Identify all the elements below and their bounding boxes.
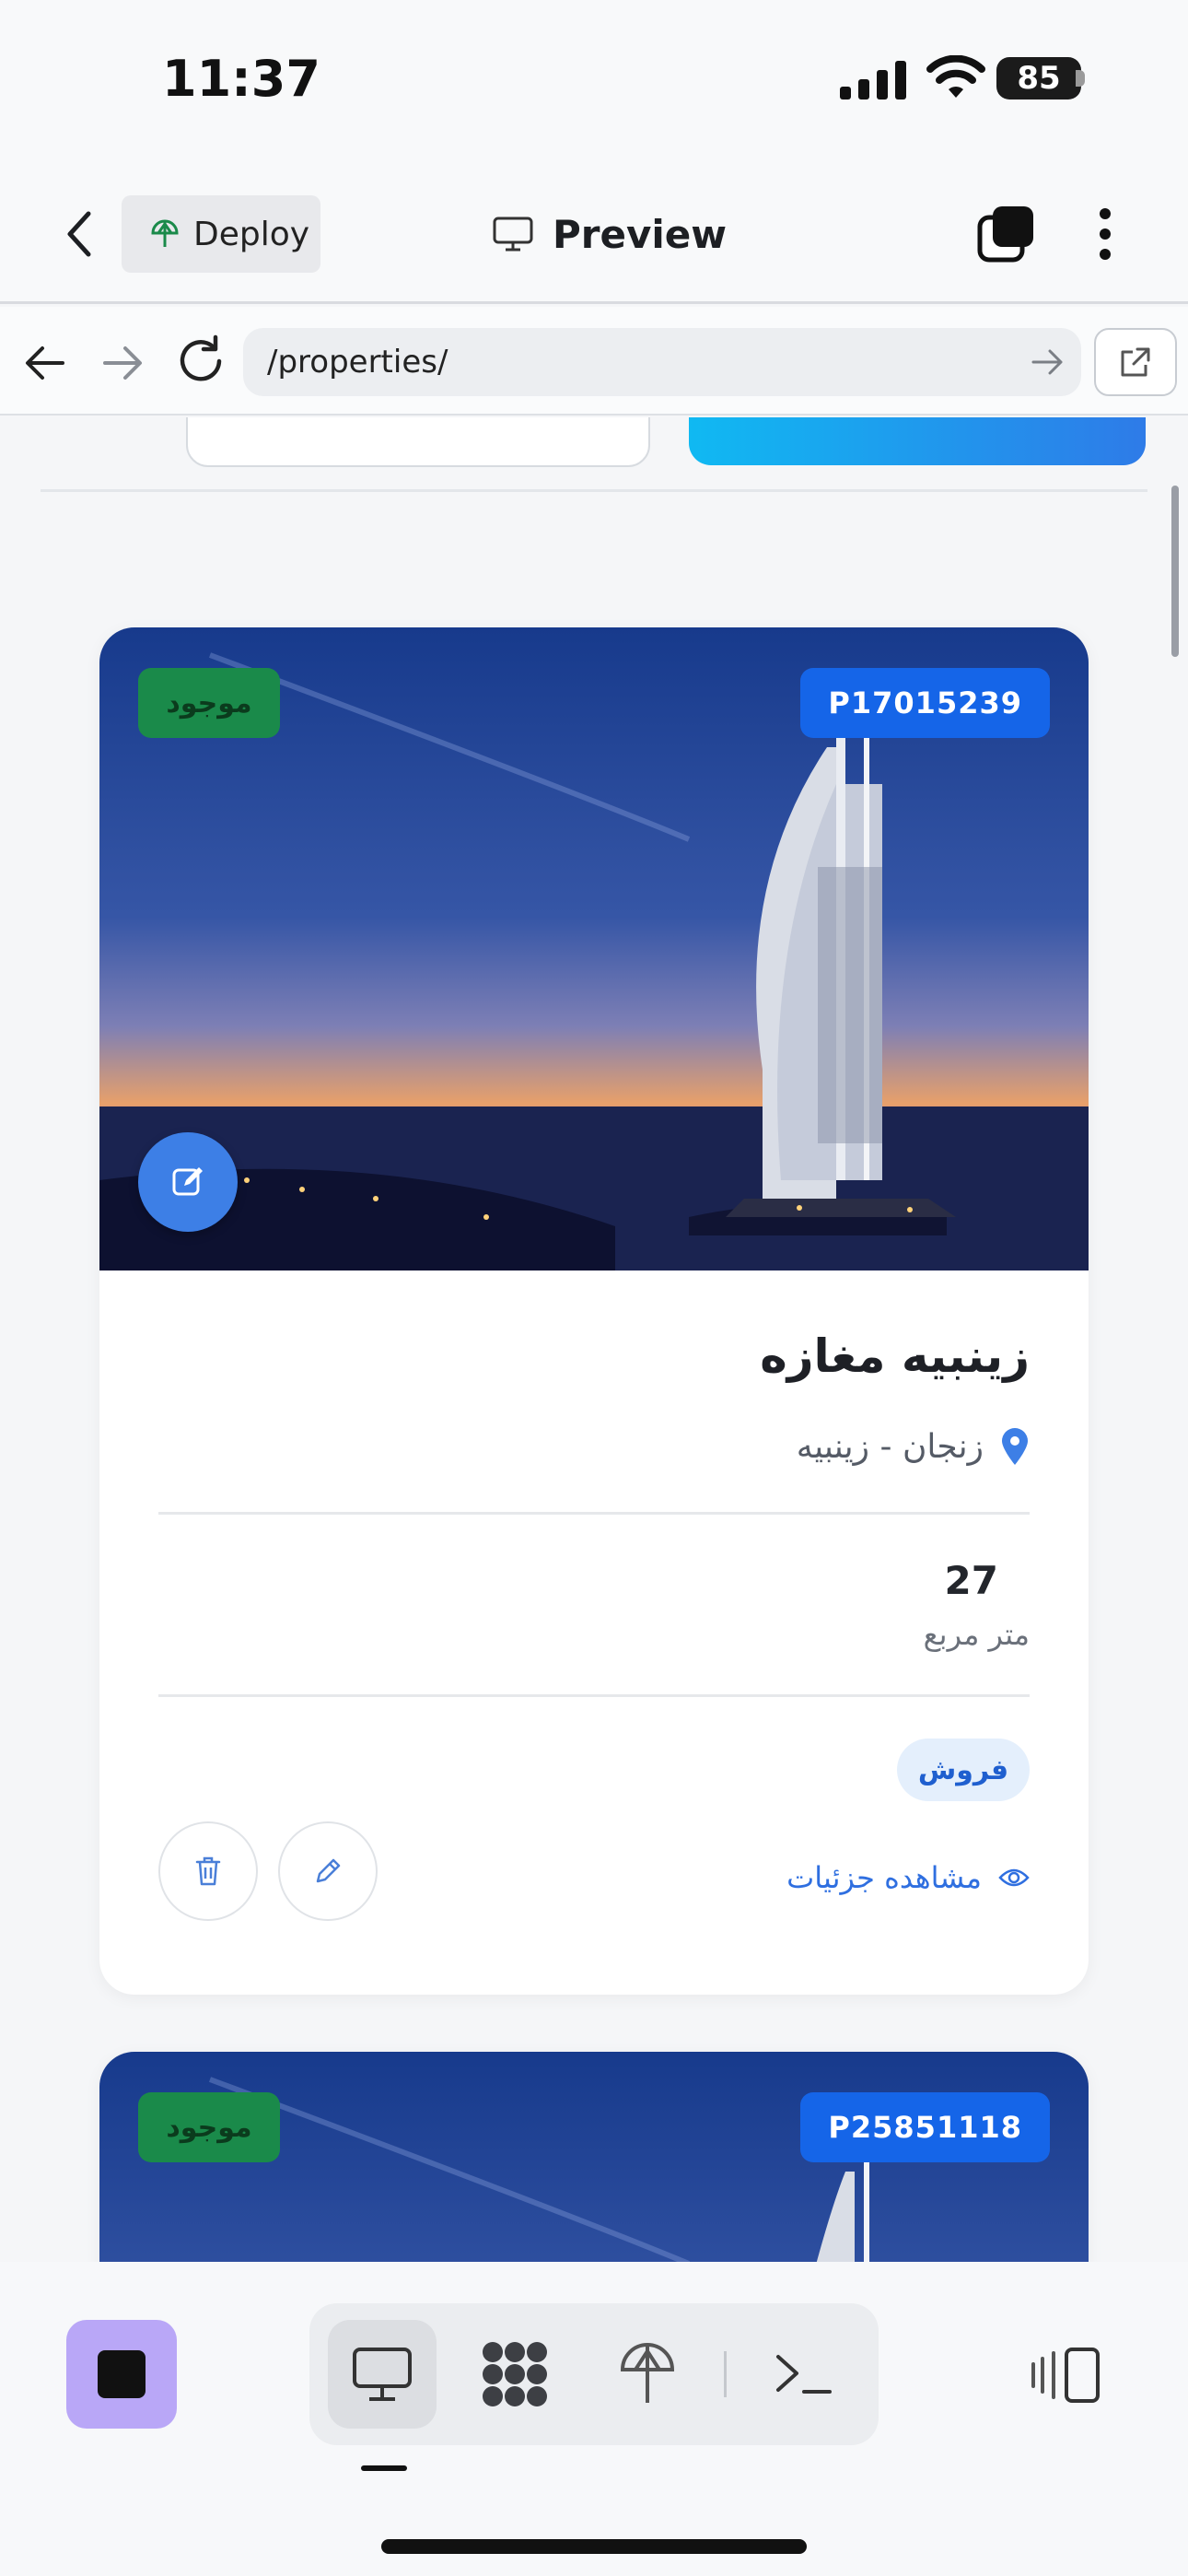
- view-details-link[interactable]: مشاهده جزئیات: [786, 1860, 1030, 1895]
- apps-grid-icon: [483, 2342, 547, 2406]
- map-pin-icon: [1002, 1428, 1028, 1465]
- search-button-partial[interactable]: [689, 417, 1146, 465]
- edit-square-icon: [172, 1167, 203, 1196]
- preview-label: Preview: [553, 211, 728, 257]
- terminal-view-button[interactable]: [750, 2320, 858, 2429]
- property-code-badge: P17015239: [800, 668, 1050, 738]
- card-divider: [158, 1694, 1030, 1697]
- segment-separator: [724, 2351, 727, 2397]
- property-photo: موجود P25851118: [99, 2052, 1089, 2262]
- property-title: زینبیه مغازه: [760, 1329, 1030, 1383]
- area-value: 27: [944, 1558, 998, 1603]
- deploy-view-button[interactable]: [593, 2320, 702, 2429]
- stop-icon: [98, 2350, 146, 2398]
- section-divider: [41, 489, 1147, 492]
- go-arrow-icon[interactable]: [1028, 343, 1066, 381]
- edit-photo-button[interactable]: [138, 1132, 238, 1232]
- availability-badge: موجود: [138, 668, 280, 738]
- property-card: موجود P25851118: [99, 2052, 1089, 2262]
- property-location: زنجان - زینبیه: [797, 1427, 1030, 1466]
- eye-icon: [998, 1868, 1030, 1887]
- cellular-signal-icon: [840, 61, 906, 100]
- area-unit: متر مربع: [923, 1617, 1030, 1652]
- property-code-badge: P25851118: [800, 2092, 1050, 2162]
- deal-type-chip: فروش: [897, 1739, 1030, 1801]
- pencil-icon: [316, 1858, 341, 1883]
- more-vertical-icon[interactable]: [1087, 205, 1124, 263]
- delete-button[interactable]: [158, 1821, 258, 1921]
- card-divider: [158, 1512, 1030, 1515]
- reload-icon[interactable]: [173, 334, 228, 389]
- property-card: موجود P17015239 زینبیه مغازه زنجان - زین…: [99, 627, 1089, 1995]
- stop-button[interactable]: [66, 2320, 177, 2429]
- terminal-icon: [776, 2355, 832, 2394]
- deploy-icon: [620, 2343, 675, 2403]
- deploy-button[interactable]: Deploy: [122, 195, 320, 273]
- tabs-icon[interactable]: [976, 205, 1035, 263]
- arrow-right-icon[interactable]: [96, 337, 147, 389]
- desktop-view-button[interactable]: [328, 2320, 437, 2429]
- edit-button[interactable]: [278, 1821, 378, 1921]
- external-link-icon: [1121, 347, 1150, 377]
- status-time: 11:37: [162, 50, 320, 108]
- arrow-left-icon[interactable]: [20, 337, 72, 389]
- monitor-icon: [493, 217, 533, 252]
- view-details-label: مشاهده جزئیات: [786, 1860, 982, 1895]
- layout-toggle-icon[interactable]: [1030, 2346, 1103, 2405]
- url-input[interactable]: [243, 328, 1081, 396]
- back-chevron-icon[interactable]: [61, 208, 98, 260]
- monitor-icon: [353, 2348, 412, 2401]
- deploy-icon: [151, 219, 179, 247]
- open-external-button[interactable]: [1094, 328, 1177, 396]
- filter-input-partial[interactable]: [186, 417, 650, 467]
- wifi-icon: [926, 55, 985, 98]
- availability-badge: موجود: [138, 2092, 280, 2162]
- battery-tip: [1076, 70, 1085, 87]
- location-text: زنجان - زینبیه: [796, 1427, 984, 1466]
- page-content: موجود P17015239 زینبیه مغازه زنجان - زین…: [0, 417, 1188, 2262]
- property-photo: موجود P17015239: [99, 627, 1089, 1270]
- apps-view-button[interactable]: [460, 2320, 569, 2429]
- deploy-label: Deploy: [193, 215, 310, 253]
- active-view-indicator: [361, 2465, 407, 2471]
- preview-title: Preview: [492, 205, 727, 263]
- battery-indicator: 85: [996, 57, 1081, 100]
- home-indicator: [381, 2539, 807, 2554]
- scrollbar-thumb[interactable]: [1171, 486, 1179, 657]
- trash-icon: [195, 1856, 221, 1886]
